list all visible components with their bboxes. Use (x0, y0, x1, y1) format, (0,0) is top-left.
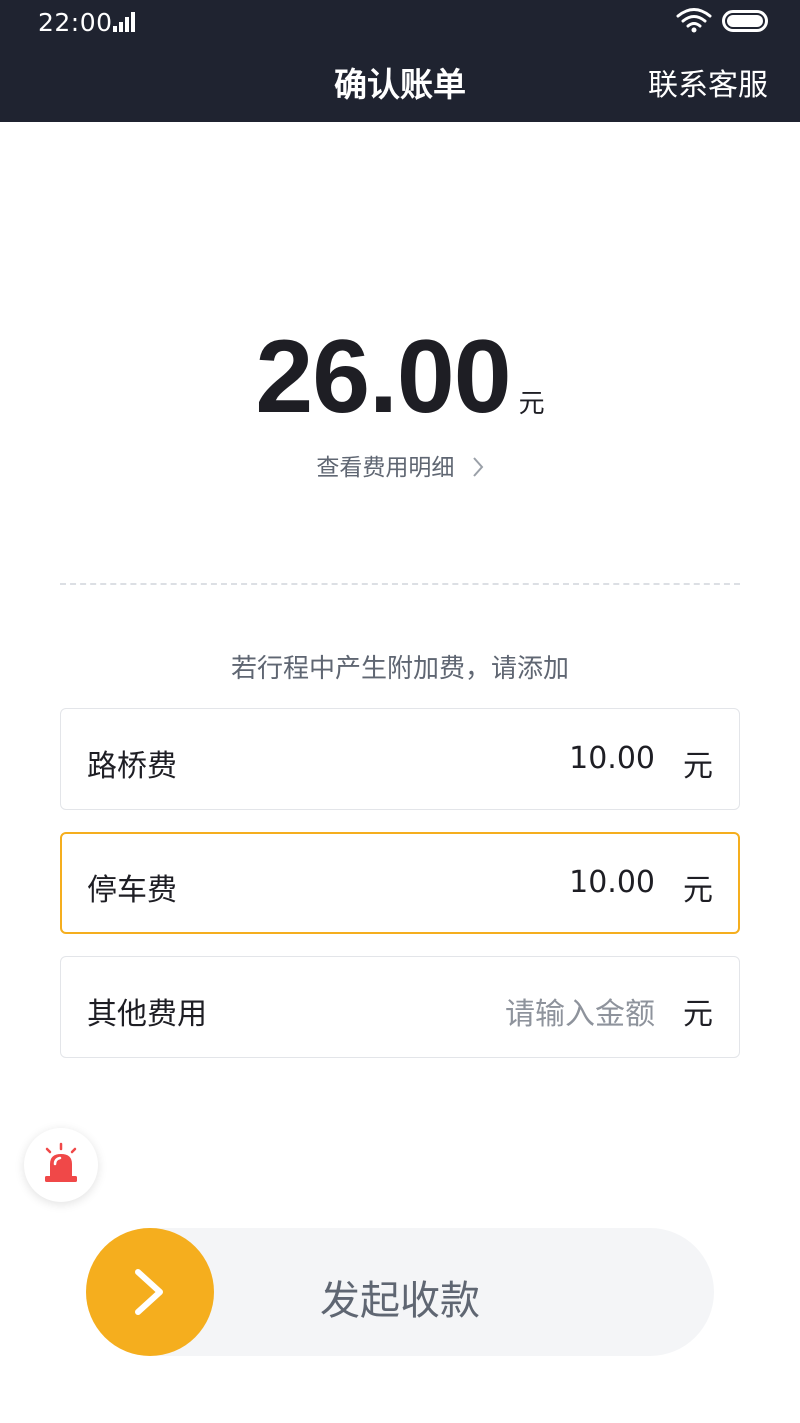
total-amount: 26.00 (255, 319, 511, 435)
battery-icon (722, 10, 768, 32)
fee-label: 停车费 (87, 873, 177, 908)
view-fee-detail-link[interactable]: 查看费用明细 (0, 448, 800, 482)
fee-label: 路桥费 (87, 749, 177, 784)
status-time: 22:00 (38, 8, 113, 37)
chevron-right-icon (135, 1269, 163, 1315)
fee-row-toll[interactable]: 路桥费 10.00 元 (60, 708, 740, 810)
signal-icon (113, 12, 135, 32)
fee-row-other[interactable]: 其他费用 请输入金额 元 (60, 956, 740, 1058)
fee-amount-input[interactable]: 10.00 (569, 865, 655, 900)
chevron-right-icon (472, 457, 483, 477)
slide-handle[interactable] (86, 1228, 214, 1356)
siren-icon (45, 1142, 77, 1182)
fee-unit: 元 (683, 873, 713, 908)
emergency-alarm-button[interactable] (24, 1128, 98, 1202)
fee-label: 其他费用 (87, 997, 207, 1032)
top-bar: 22:00 确认账单 联系客服 (0, 0, 800, 122)
dashed-divider (60, 583, 740, 585)
wifi-icon (676, 8, 712, 33)
amount-display: 26.00 元 (0, 318, 800, 437)
fee-amount-input[interactable]: 10.00 (569, 741, 655, 776)
fee-unit: 元 (683, 997, 713, 1032)
view-fee-detail-label: 查看费用明细 (316, 455, 455, 481)
contact-support-button[interactable]: 联系客服 (648, 60, 768, 104)
amount-unit: 元 (518, 389, 545, 419)
fee-amount-input[interactable]: 请输入金额 (505, 989, 655, 1033)
extra-fee-hint: 若行程中产生附加费，请添加 (230, 654, 569, 684)
fee-row-parking[interactable]: 停车费 10.00 元 (60, 832, 740, 934)
fee-unit: 元 (683, 749, 713, 784)
